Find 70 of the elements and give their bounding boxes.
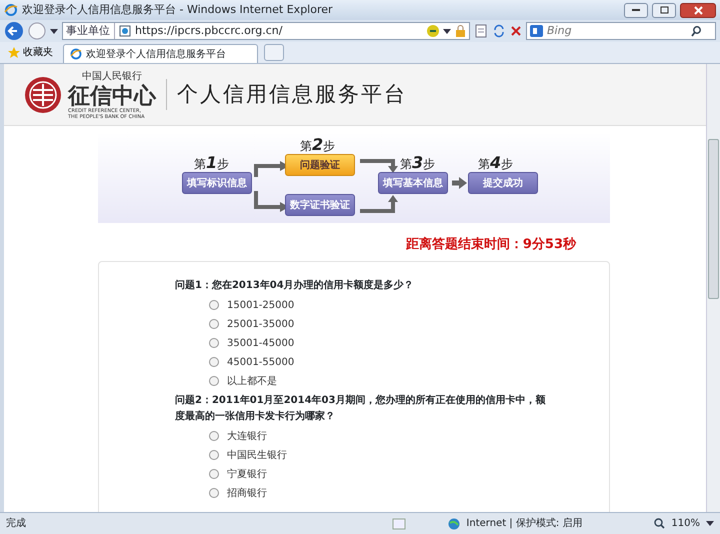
maximize-button[interactable] bbox=[652, 2, 676, 18]
option-label: 15001-25000 bbox=[227, 298, 294, 312]
status-text: 完成 bbox=[6, 516, 27, 531]
option-label: 35001-45000 bbox=[227, 336, 294, 350]
radio-button[interactable] bbox=[209, 300, 219, 310]
radio-button[interactable] bbox=[209, 450, 219, 460]
bank-name: 中国人民银行 bbox=[81, 70, 143, 84]
radio-button[interactable] bbox=[209, 488, 219, 498]
radio-button[interactable] bbox=[209, 376, 219, 386]
option-label: 中国民生银行 bbox=[227, 448, 287, 462]
step-heading: 第4步 bbox=[478, 152, 514, 174]
new-tab-button[interactable] bbox=[264, 44, 284, 61]
question-text: 问题2：2011年01月至2014年03月期间，您办理的所有正在使用的信用卡中，额度最高的一张信用卡发卡行为哪家？ bbox=[175, 393, 546, 424]
search-box[interactable]: Bing bbox=[526, 22, 716, 40]
scrollbar[interactable] bbox=[706, 64, 720, 512]
page-icon bbox=[392, 518, 406, 530]
search-icon[interactable] bbox=[691, 26, 702, 36]
zone-dropdown[interactable]: 事业单位 bbox=[66, 22, 115, 40]
logo-text: 征信中心 bbox=[68, 84, 156, 108]
step-box: 填写标识信息 bbox=[182, 172, 252, 194]
step-heading: 第3步 bbox=[400, 152, 436, 174]
minimize-icon bbox=[632, 8, 640, 12]
stop-icon[interactable] bbox=[510, 25, 522, 37]
page-icon bbox=[119, 25, 131, 37]
caret-icon[interactable] bbox=[706, 521, 714, 526]
radio-button[interactable] bbox=[209, 357, 219, 367]
browser-tab[interactable]: 欢迎登录个人信用信息服务平台 bbox=[63, 44, 258, 63]
step-heading: 第2步 bbox=[300, 134, 336, 156]
step-box: 提交成功 bbox=[468, 172, 538, 194]
star-icon bbox=[8, 46, 20, 58]
platform-title: 个人信用信息服务平台 bbox=[166, 78, 407, 110]
step-box: 问题验证 bbox=[285, 154, 355, 176]
security-zone: Internet | 保护模式: 启用 bbox=[466, 516, 582, 531]
zoom-level[interactable]: 110% bbox=[671, 516, 700, 531]
radio-button[interactable] bbox=[209, 338, 219, 348]
history-caret-icon[interactable] bbox=[50, 28, 58, 34]
browser-logo-icon bbox=[70, 48, 82, 60]
back-button[interactable] bbox=[4, 21, 24, 41]
refresh-icon[interactable] bbox=[492, 24, 506, 38]
step-box: 数字证书验证 bbox=[285, 194, 355, 216]
window-title: 欢迎登录个人信用信息服务平台 - Windows Internet Explorer bbox=[22, 2, 334, 18]
compatibility-view-icon[interactable] bbox=[474, 24, 488, 38]
zoom-icon[interactable] bbox=[654, 518, 666, 529]
question-text: 问题1：您在2013年04月办理的信用卡额度是多少？ bbox=[175, 278, 415, 292]
favorites-button[interactable]: 收藏夹 bbox=[4, 45, 57, 60]
logo-emblem-icon bbox=[24, 76, 62, 114]
close-icon bbox=[694, 6, 702, 14]
step-heading: 第1步 bbox=[194, 152, 230, 174]
flow-arrow bbox=[360, 195, 398, 213]
radio-button[interactable] bbox=[209, 469, 219, 479]
close-button[interactable] bbox=[680, 2, 716, 18]
option-label: 以上都不是 bbox=[227, 374, 277, 388]
search-provider-icon bbox=[530, 25, 543, 37]
browser-logo-icon bbox=[4, 3, 18, 17]
globe-icon bbox=[448, 518, 460, 530]
radio-button[interactable] bbox=[209, 319, 219, 329]
step-box: 填写基本信息 bbox=[378, 172, 448, 194]
flow-arrow bbox=[360, 159, 398, 173]
maximize-icon bbox=[660, 6, 668, 14]
url-text[interactable]: https://ipcrs.pbccrc.org.cn/ bbox=[135, 22, 423, 40]
option-label: 大连银行 bbox=[227, 430, 267, 444]
radio-button[interactable] bbox=[209, 431, 219, 441]
minimize-button[interactable] bbox=[624, 2, 648, 18]
option-label: 宁夏银行 bbox=[227, 468, 267, 482]
flow-arrow bbox=[452, 177, 467, 189]
option-label: 45001-55000 bbox=[227, 356, 294, 370]
caret-icon[interactable] bbox=[443, 28, 451, 34]
option-label: 招商银行 bbox=[227, 486, 267, 500]
option-label: 25001-35000 bbox=[227, 318, 294, 332]
countdown-timer: 距离答题结束时间：9分53秒 bbox=[404, 236, 576, 254]
